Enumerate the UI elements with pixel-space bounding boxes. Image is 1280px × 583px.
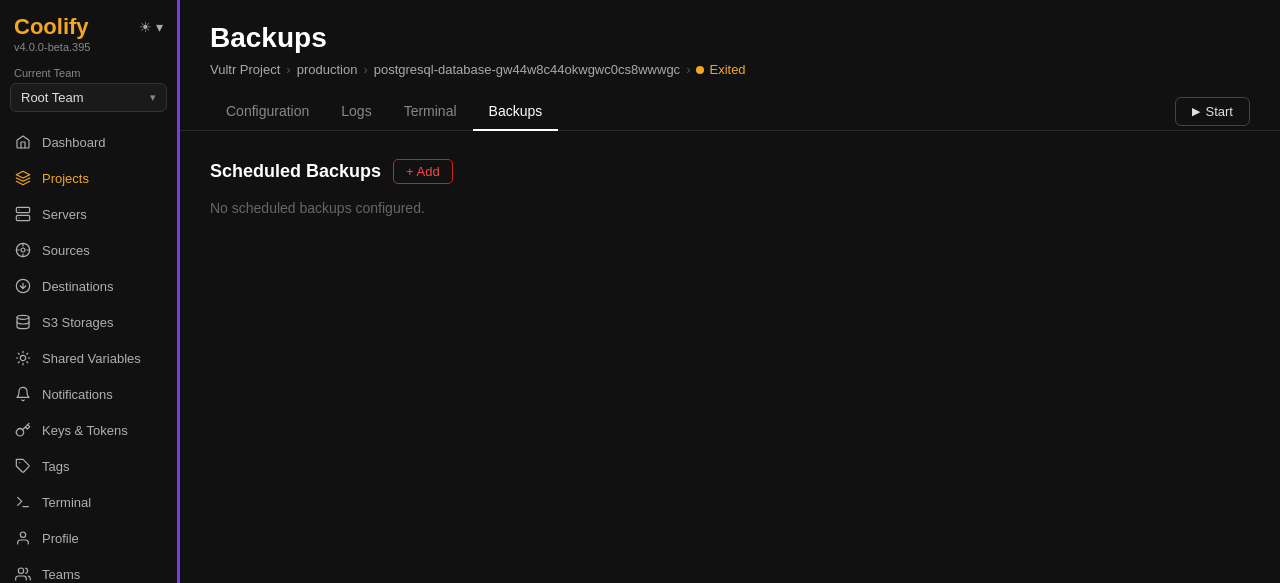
brand-name: Coolify xyxy=(14,14,89,40)
terminal-icon xyxy=(14,493,32,511)
current-team-label: Current Team xyxy=(0,57,177,83)
status-text: Exited xyxy=(709,62,745,77)
sidebar-item-dashboard[interactable]: Dashboard xyxy=(0,124,177,160)
sidebar-item-s3storages[interactable]: S3 Storages xyxy=(0,304,177,340)
svg-point-5 xyxy=(21,248,25,252)
teams-icon xyxy=(14,565,32,583)
tag-icon xyxy=(14,457,32,475)
sidebar-item-sharedvariables[interactable]: Shared Variables xyxy=(0,340,177,376)
sidebar-item-dashboard-label: Dashboard xyxy=(42,135,106,150)
sidebar-item-terminal[interactable]: Terminal xyxy=(0,484,177,520)
sidebar-nav: Dashboard Projects Servers Sources xyxy=(0,124,177,583)
user-icon xyxy=(14,529,32,547)
breadcrumb-sep-2: › xyxy=(363,62,367,77)
sidebar-item-destinations[interactable]: Destinations xyxy=(0,268,177,304)
team-selector-text: Root Team xyxy=(21,90,84,105)
sidebar-item-terminal-label: Terminal xyxy=(42,495,91,510)
sidebar-item-profile-label: Profile xyxy=(42,531,79,546)
breadcrumb: Vultr Project › production › postgresql-… xyxy=(210,62,1250,77)
svg-point-11 xyxy=(20,532,25,537)
breadcrumb-vultr[interactable]: Vultr Project xyxy=(210,62,280,77)
section-header: Scheduled Backups + Add xyxy=(210,159,1250,184)
variables-icon xyxy=(14,349,32,367)
sidebar-item-keystokens[interactable]: Keys & Tokens xyxy=(0,412,177,448)
svg-point-12 xyxy=(18,568,23,573)
start-button-label: Start xyxy=(1206,104,1233,119)
main-content-area: Backups Vultr Project › production › pos… xyxy=(180,0,1280,583)
brand-version: v4.0.0-beta.395 xyxy=(14,41,163,53)
empty-message: No scheduled backups configured. xyxy=(210,200,1250,216)
brand-area: Coolify ☀ ▾ v4.0.0-beta.395 xyxy=(0,0,177,57)
sidebar-item-s3storages-label: S3 Storages xyxy=(42,315,114,330)
sources-icon xyxy=(14,241,32,259)
sidebar-item-servers[interactable]: Servers xyxy=(0,196,177,232)
status-badge: Exited xyxy=(696,62,745,77)
tabs-bar: Configuration Logs Terminal Backups ▶ St… xyxy=(180,93,1280,131)
svg-marker-0 xyxy=(16,171,29,178)
sidebar-item-projects-label: Projects xyxy=(42,171,89,186)
sidebar-item-keystokens-label: Keys & Tokens xyxy=(42,423,128,438)
sidebar-item-teams-label: Teams xyxy=(42,567,80,582)
sidebar-item-sharedvariables-label: Shared Variables xyxy=(42,351,141,366)
sidebar-item-sources-label: Sources xyxy=(42,243,90,258)
section-title: Scheduled Backups xyxy=(210,161,381,182)
page-title: Backups xyxy=(210,22,1250,54)
sidebar-item-profile[interactable]: Profile xyxy=(0,520,177,556)
svg-point-7 xyxy=(17,315,29,319)
bell-icon xyxy=(14,385,32,403)
brand-icons: ☀ ▾ xyxy=(139,19,163,35)
tab-logs[interactable]: Logs xyxy=(325,93,387,131)
svg-rect-2 xyxy=(16,215,29,220)
server-icon xyxy=(14,205,32,223)
sidebar-item-tags[interactable]: Tags xyxy=(0,448,177,484)
sidebar-item-servers-label: Servers xyxy=(42,207,87,222)
sidebar-item-sources[interactable]: Sources xyxy=(0,232,177,268)
home-icon xyxy=(14,133,32,151)
sidebar-item-destinations-label: Destinations xyxy=(42,279,114,294)
main-header: Backups Vultr Project › production › pos… xyxy=(180,0,1280,93)
team-selector[interactable]: Root Team ▾ xyxy=(10,83,167,112)
breadcrumb-sep-1: › xyxy=(286,62,290,77)
key-icon xyxy=(14,421,32,439)
svg-rect-1 xyxy=(16,207,29,212)
status-dot xyxy=(696,66,704,74)
add-button[interactable]: + Add xyxy=(393,159,453,184)
chevron-down-icon[interactable]: ▾ xyxy=(156,19,163,35)
sun-icon[interactable]: ☀ xyxy=(139,19,152,35)
sidebar-item-notifications-label: Notifications xyxy=(42,387,113,402)
start-button[interactable]: ▶ Start xyxy=(1175,97,1250,126)
breadcrumb-sep-3: › xyxy=(686,62,690,77)
sidebar-item-tags-label: Tags xyxy=(42,459,69,474)
sidebar-item-notifications[interactable]: Notifications xyxy=(0,376,177,412)
tab-backups[interactable]: Backups xyxy=(473,93,559,131)
layers-icon xyxy=(14,169,32,187)
svg-point-8 xyxy=(20,355,25,360)
sidebar: Coolify ☀ ▾ v4.0.0-beta.395 Current Team… xyxy=(0,0,180,583)
backups-content: Scheduled Backups + Add No scheduled bac… xyxy=(180,131,1280,583)
sidebar-item-projects[interactable]: Projects xyxy=(0,160,177,196)
breadcrumb-production[interactable]: production xyxy=(297,62,358,77)
team-selector-arrow-icon: ▾ xyxy=(150,91,156,104)
play-icon: ▶ xyxy=(1192,105,1200,118)
destinations-icon xyxy=(14,277,32,295)
breadcrumb-db[interactable]: postgresql-database-gw44w8c44okwgwc0cs8w… xyxy=(374,62,680,77)
tab-configuration[interactable]: Configuration xyxy=(210,93,325,131)
storage-icon xyxy=(14,313,32,331)
sidebar-item-teams[interactable]: Teams xyxy=(0,556,177,583)
tab-terminal[interactable]: Terminal xyxy=(388,93,473,131)
